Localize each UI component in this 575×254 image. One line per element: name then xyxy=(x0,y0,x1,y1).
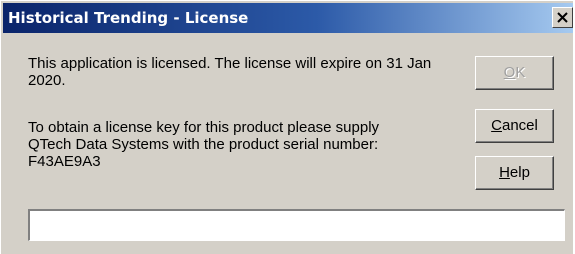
ok-button[interactable]: OK xyxy=(475,56,554,90)
serial-number: F43AE9A3 xyxy=(28,153,101,170)
ok-mnemonic: O xyxy=(503,64,516,81)
cancel-label-rest: ancel xyxy=(501,117,538,134)
license-status-text: This application is licensed. The licens… xyxy=(28,55,432,89)
license-key-input[interactable] xyxy=(28,209,565,241)
cancel-mnemonic: C xyxy=(491,117,502,134)
obtain-key-line-2: QTech Data Systems with the product seri… xyxy=(28,136,379,153)
obtain-key-line-1: To obtain a license key for this product… xyxy=(28,119,380,136)
help-label-rest: elp xyxy=(509,164,530,181)
cancel-button[interactable]: Cancel xyxy=(475,109,554,143)
close-icon xyxy=(557,12,568,23)
title-bar[interactable]: Historical Trending - License xyxy=(3,3,573,33)
obtain-key-text: To obtain a license key for this product… xyxy=(28,119,468,170)
close-button[interactable] xyxy=(552,7,573,28)
help-button[interactable]: Help xyxy=(475,156,554,190)
ok-label-rest: K xyxy=(515,64,526,81)
help-mnemonic: H xyxy=(499,164,510,181)
license-dialog: Historical Trending - License This appli… xyxy=(0,0,573,254)
window-title: Historical Trending - License xyxy=(8,9,249,27)
